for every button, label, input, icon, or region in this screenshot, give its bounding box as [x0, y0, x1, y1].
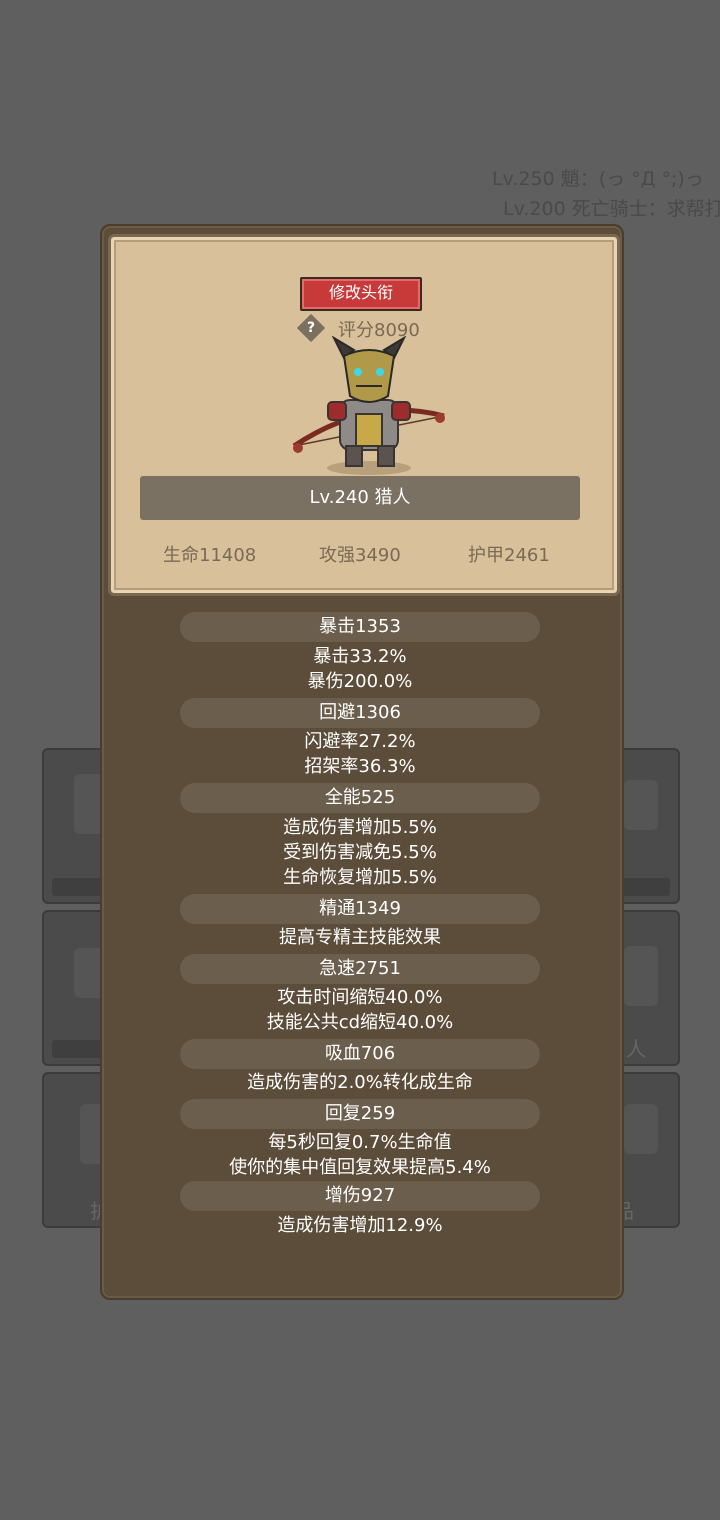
regen-focus-line: 使你的集中值回复效果提高5.4% [229, 1157, 491, 1178]
parry-rate-line: 招架率36.3% [304, 756, 416, 777]
damage-bonus-stat-header: 增伤927 [180, 1181, 540, 1211]
dodge-stat-header: 回避1306 [180, 698, 540, 728]
versatility-heal-line: 生命恢复增加5.5% [283, 867, 437, 888]
haste-attack-line: 攻击时间缩短40.0% [277, 987, 443, 1008]
hunter-portrait-icon [292, 336, 445, 475]
versatility-reduction-line: 受到伤害减免5.5% [283, 842, 437, 863]
help-icon-glyph: ? [306, 320, 316, 336]
regen-hp-line: 每5秒回复0.7%生命值 [268, 1132, 452, 1153]
crit-rate-line: 暴击33.2% [313, 646, 407, 667]
damage-bonus-line: 造成伤害增加12.9% [277, 1215, 443, 1236]
versatility-damage-line: 造成伤害增加5.5% [283, 817, 437, 838]
crit-damage-line: 暴伤200.0% [307, 671, 413, 692]
lifesteal-effect-line: 造成伤害的2.0%转化成生命 [247, 1072, 473, 1093]
chat-ticker-line-2: Lv.200 死亡骑士：求帮打 [503, 198, 720, 220]
mastery-effect-line: 提高专精主技能效果 [279, 927, 441, 948]
regen-stat-header: 回复259 [180, 1099, 540, 1129]
edit-title-button[interactable]: 修改头衔 [300, 277, 422, 311]
armor-stat: 护甲2461 [468, 545, 550, 566]
crit-stat-header: 暴击1353 [180, 612, 540, 642]
haste-stat-header: 急速2751 [180, 954, 540, 984]
attack-stat: 攻强3490 [319, 545, 401, 566]
dodge-rate-line: 闪避率27.2% [304, 731, 416, 752]
haste-cooldown-line: 技能公共cd缩短40.0% [266, 1012, 454, 1033]
chat-ticker-line-1: Lv.250 魈：(っ °Д °;)っ [492, 168, 704, 190]
hp-stat: 生命11408 [163, 545, 257, 566]
character-name-bar: Lv.240 猎人 [140, 476, 580, 520]
equipment-slot-right-2-label: 人 [626, 1037, 646, 1061]
versatility-stat-header: 全能525 [180, 783, 540, 813]
mastery-stat-header: 精通1349 [180, 894, 540, 924]
lifesteal-stat-header: 吸血706 [180, 1039, 540, 1069]
